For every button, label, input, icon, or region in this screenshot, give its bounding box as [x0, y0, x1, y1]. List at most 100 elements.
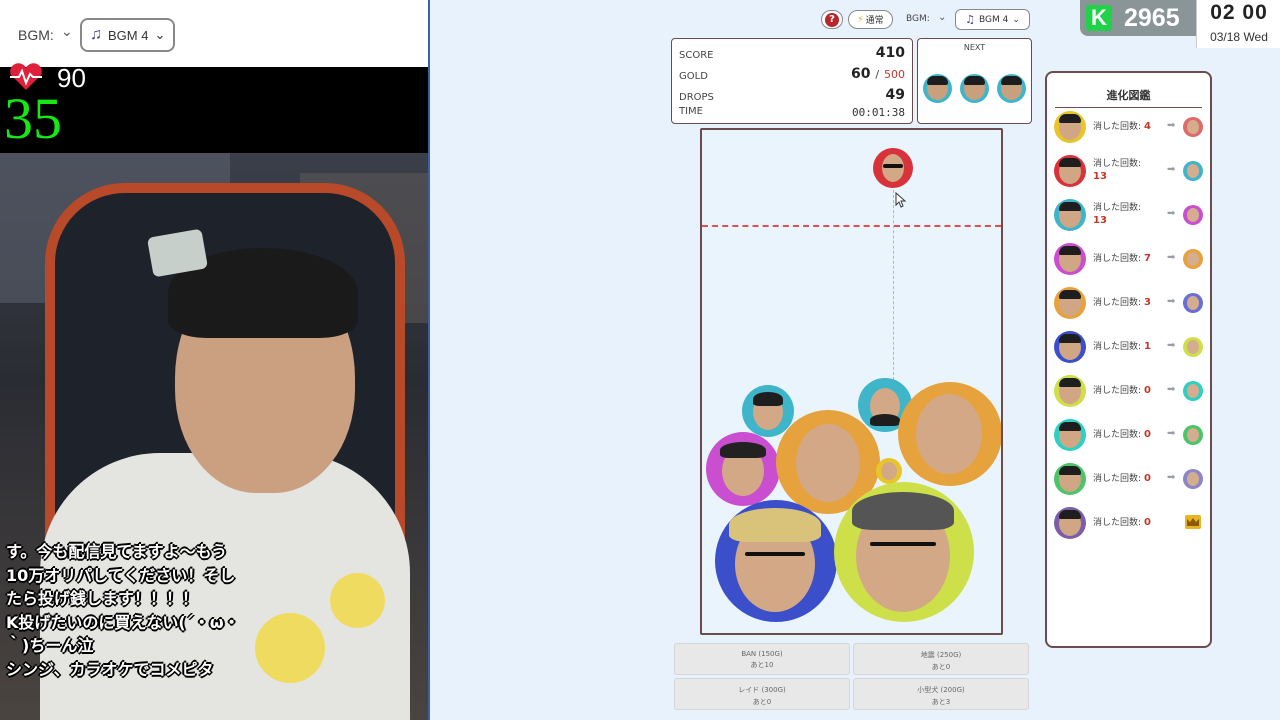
time-row: TIME 00:01:38: [679, 103, 905, 121]
gold-row: GOLD 60 / 500: [679, 66, 905, 84]
held-ball[interactable]: [873, 148, 913, 188]
counter-value: 35: [4, 86, 62, 151]
evolution-count-label: 消した回数: 0: [1093, 427, 1151, 440]
evolution-next-ball: [1183, 381, 1203, 401]
evolution-row: 消した回数: 4 ➡: [1054, 107, 1204, 147]
shirt-print: [330, 573, 385, 628]
item-small-dog-button[interactable]: 小型犬 (200G) あと3: [853, 678, 1029, 710]
clock-time: 02 00: [1210, 1, 1268, 24]
chat-overlay: す。今も配信見てますよ～もう 10万オリパしてください！そし たら投げ銭します！…: [6, 540, 276, 681]
gold-max: 500: [884, 68, 905, 81]
evolution-label-text: 消した回数:: [1093, 298, 1142, 308]
evolution-count-label: 消した回数: 13: [1093, 156, 1141, 182]
clock-date: 03/18 Wed: [1210, 30, 1268, 44]
item-remaining: あと10: [750, 661, 774, 669]
evolution-next-ball: [1183, 293, 1203, 313]
evolution-next-ball: [1183, 117, 1203, 137]
evolution-count: 3: [1144, 297, 1152, 308]
gold-value: 60: [851, 66, 871, 82]
item-name: 地震 (250G): [920, 651, 962, 659]
item-raid-button[interactable]: レイド (300G) あと0: [674, 678, 850, 710]
evolution-count: 7: [1144, 253, 1152, 264]
evolution-row: 消した回数: 0: [1054, 503, 1204, 543]
arrow-right-icon: ➡: [1167, 472, 1176, 483]
evolution-row: 消した回数: 13 ➡: [1054, 151, 1204, 191]
evolution-count-label: 消した回数: 3: [1093, 295, 1151, 308]
evolution-count-label: 消した回数: 4: [1093, 119, 1151, 132]
evolution-count: 1: [1144, 341, 1152, 352]
evolution-next-ball: [1183, 161, 1203, 181]
drops-label: DROPS: [679, 92, 714, 103]
chat-line: す。今も配信見てますよ～もう: [6, 542, 228, 561]
evolution-count-label: 消した回数: 7: [1093, 251, 1151, 264]
drop-guide-line: [893, 190, 894, 380]
evolution-title: 進化図鑑: [1055, 87, 1202, 108]
music-note-icon: ♫: [965, 13, 975, 26]
evolution-face-ball: [1054, 507, 1086, 539]
stream-topbar: BGM: ⌄ ♫ BGM 4 ⌄: [0, 0, 428, 67]
mouse-cursor-icon: [895, 192, 907, 208]
score-panel: SCORE 410 GOLD 60 / 500 DROPS 49 TIME 00…: [671, 38, 913, 124]
item-earthquake-button[interactable]: 地震 (250G) あと0: [853, 643, 1029, 675]
evolution-row: 消した回数: 0 ➡: [1054, 371, 1204, 411]
evolution-label-text: 消した回数:: [1093, 159, 1142, 169]
arrow-right-icon: ➡: [1167, 120, 1176, 131]
evolution-row: 消した回数: 7 ➡: [1054, 239, 1204, 279]
next-ball: [997, 74, 1026, 103]
evolution-face-ball: [1054, 199, 1086, 231]
chevron-down-icon[interactable]: ⌄: [61, 24, 73, 40]
gold-separator: /: [875, 68, 880, 81]
bgm-select-value: BGM 4: [108, 27, 149, 43]
evolution-count: 0: [1144, 385, 1152, 396]
lightning-icon: ⚡: [857, 14, 864, 25]
evolution-count: 13: [1093, 171, 1107, 182]
evolution-count-label: 消した回数: 0: [1093, 383, 1151, 396]
bgm-select[interactable]: ♫ BGM 4 ⌄: [955, 9, 1030, 30]
game-over-line: [702, 225, 1001, 227]
evolution-face-ball: [1054, 155, 1086, 187]
evolution-label-text: 消した回数:: [1093, 518, 1142, 528]
item-name: BAN (150G): [741, 650, 783, 658]
score-value: 410: [875, 45, 905, 61]
evolution-next-ball: [1183, 425, 1203, 445]
speed-button[interactable]: ⚡ 通常: [848, 10, 893, 29]
item-ban-button[interactable]: BAN (150G) あと10: [674, 643, 850, 675]
evolution-face-ball: [1054, 111, 1086, 143]
help-button[interactable]: ?: [821, 10, 843, 29]
evolution-face-ball: [1054, 243, 1086, 275]
evolution-count-label: 消した回数: 0: [1093, 515, 1151, 528]
chevron-down-icon[interactable]: ⌄: [938, 12, 946, 23]
evolution-label-text: 消した回数:: [1093, 342, 1142, 352]
item-name: レイド (300G): [738, 686, 786, 694]
speed-label: 通常: [865, 16, 884, 26]
drops-value: 49: [885, 87, 905, 103]
play-field[interactable]: [700, 128, 1003, 635]
next-ball: [923, 74, 952, 103]
chat-line: 10万オリパしてください！そし: [6, 565, 236, 585]
score-row: SCORE 410: [679, 45, 905, 63]
evolution-panel: 進化図鑑 消した回数: 4 ➡ 消した回数: 13 ➡ 消した回数: 13 ➡ 消した回数: 7 ➡ 消…: [1045, 71, 1212, 648]
next-ball: [960, 74, 989, 103]
next-label: NEXT: [963, 43, 986, 52]
evolution-next-ball: [1183, 205, 1203, 225]
evolution-face-ball: [1054, 463, 1086, 495]
face-ball: [898, 382, 1001, 486]
evolution-label-text: 消した回数:: [1093, 122, 1142, 132]
score-label: SCORE: [679, 50, 714, 61]
time-label: TIME: [679, 106, 704, 117]
item-remaining: あと0: [931, 663, 951, 671]
face-ball: [876, 458, 902, 484]
evolution-label-text: 消した回数:: [1093, 430, 1142, 440]
crown-icon: [1185, 515, 1201, 529]
evolution-row: 消した回数: 13 ➡: [1054, 195, 1204, 235]
bgm-select[interactable]: ♫ BGM 4 ⌄: [80, 18, 175, 52]
evolution-label-text: 消した回数:: [1093, 203, 1142, 213]
stream-panel: BGM: ⌄ ♫ BGM 4 ⌄ 90 35 す。今も配信見てますよ～もう 10…: [0, 0, 428, 720]
evolution-row: 消した回数: 3 ➡: [1054, 283, 1204, 323]
arrow-right-icon: ➡: [1167, 428, 1176, 439]
evolution-row: 消した回数: 0 ➡: [1054, 459, 1204, 499]
arrow-right-icon: ➡: [1167, 296, 1176, 307]
evolution-count: 13: [1093, 215, 1107, 226]
chevron-down-icon: ⌄: [154, 27, 166, 42]
arrow-right-icon: ➡: [1167, 384, 1176, 395]
